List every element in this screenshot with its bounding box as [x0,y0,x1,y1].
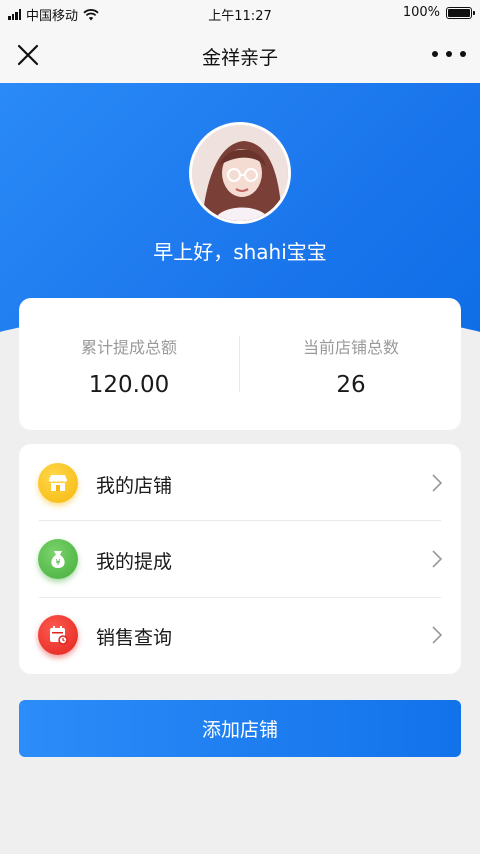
store-count-stat: 当前店铺总数 26 [241,334,461,398]
store-icon [38,463,78,503]
money-bag-icon: ¥ [38,539,78,579]
menu-item-my-stores[interactable]: 我的店铺 [19,445,461,521]
sales-calendar-icon [38,615,78,655]
more-dot [460,51,466,57]
menu-item-my-commission[interactable]: ¥ 我的提成 [19,521,461,597]
avatar-image [192,125,288,221]
chevron-right-icon [432,626,443,644]
more-dot [446,51,452,57]
total-commission-stat: 累计提成总额 120.00 [19,334,239,398]
more-icon[interactable] [432,44,466,64]
chevron-right-icon [432,550,443,568]
add-store-button[interactable]: 添加店铺 [19,700,461,757]
status-bar: 中国移动 上午11:27 100% [0,0,480,26]
menu-item-label: 我的店铺 [96,475,173,497]
status-right: 100% [402,5,475,20]
menu-card: 我的店铺 ¥ 我的提成 销售查询 [19,444,461,674]
more-dot [432,51,438,57]
greeting-text: 早上好，shahi宝宝 [153,240,327,264]
page-title: 金祥亲子 [201,47,278,69]
battery-fill [448,8,470,17]
stat-label: 累计提成总额 [80,338,177,357]
stat-value: 120.00 [88,372,170,398]
battery-percent: 100% [402,5,440,20]
chevron-right-icon [432,474,443,492]
menu-item-label: 我的提成 [96,551,173,573]
nav-bar: 金祥亲子 [0,26,480,83]
stat-value: 26 [336,372,366,398]
stats-card: 累计提成总额 120.00 当前店铺总数 26 [19,298,461,430]
svg-text:¥: ¥ [55,558,60,567]
menu-item-label: 销售查询 [96,627,173,649]
menu-item-sales-query[interactable]: 销售查询 [19,597,461,673]
stat-label: 当前店铺总数 [302,338,399,357]
avatar[interactable] [189,122,291,224]
battery-icon [446,6,475,19]
stat-divider [239,336,240,392]
